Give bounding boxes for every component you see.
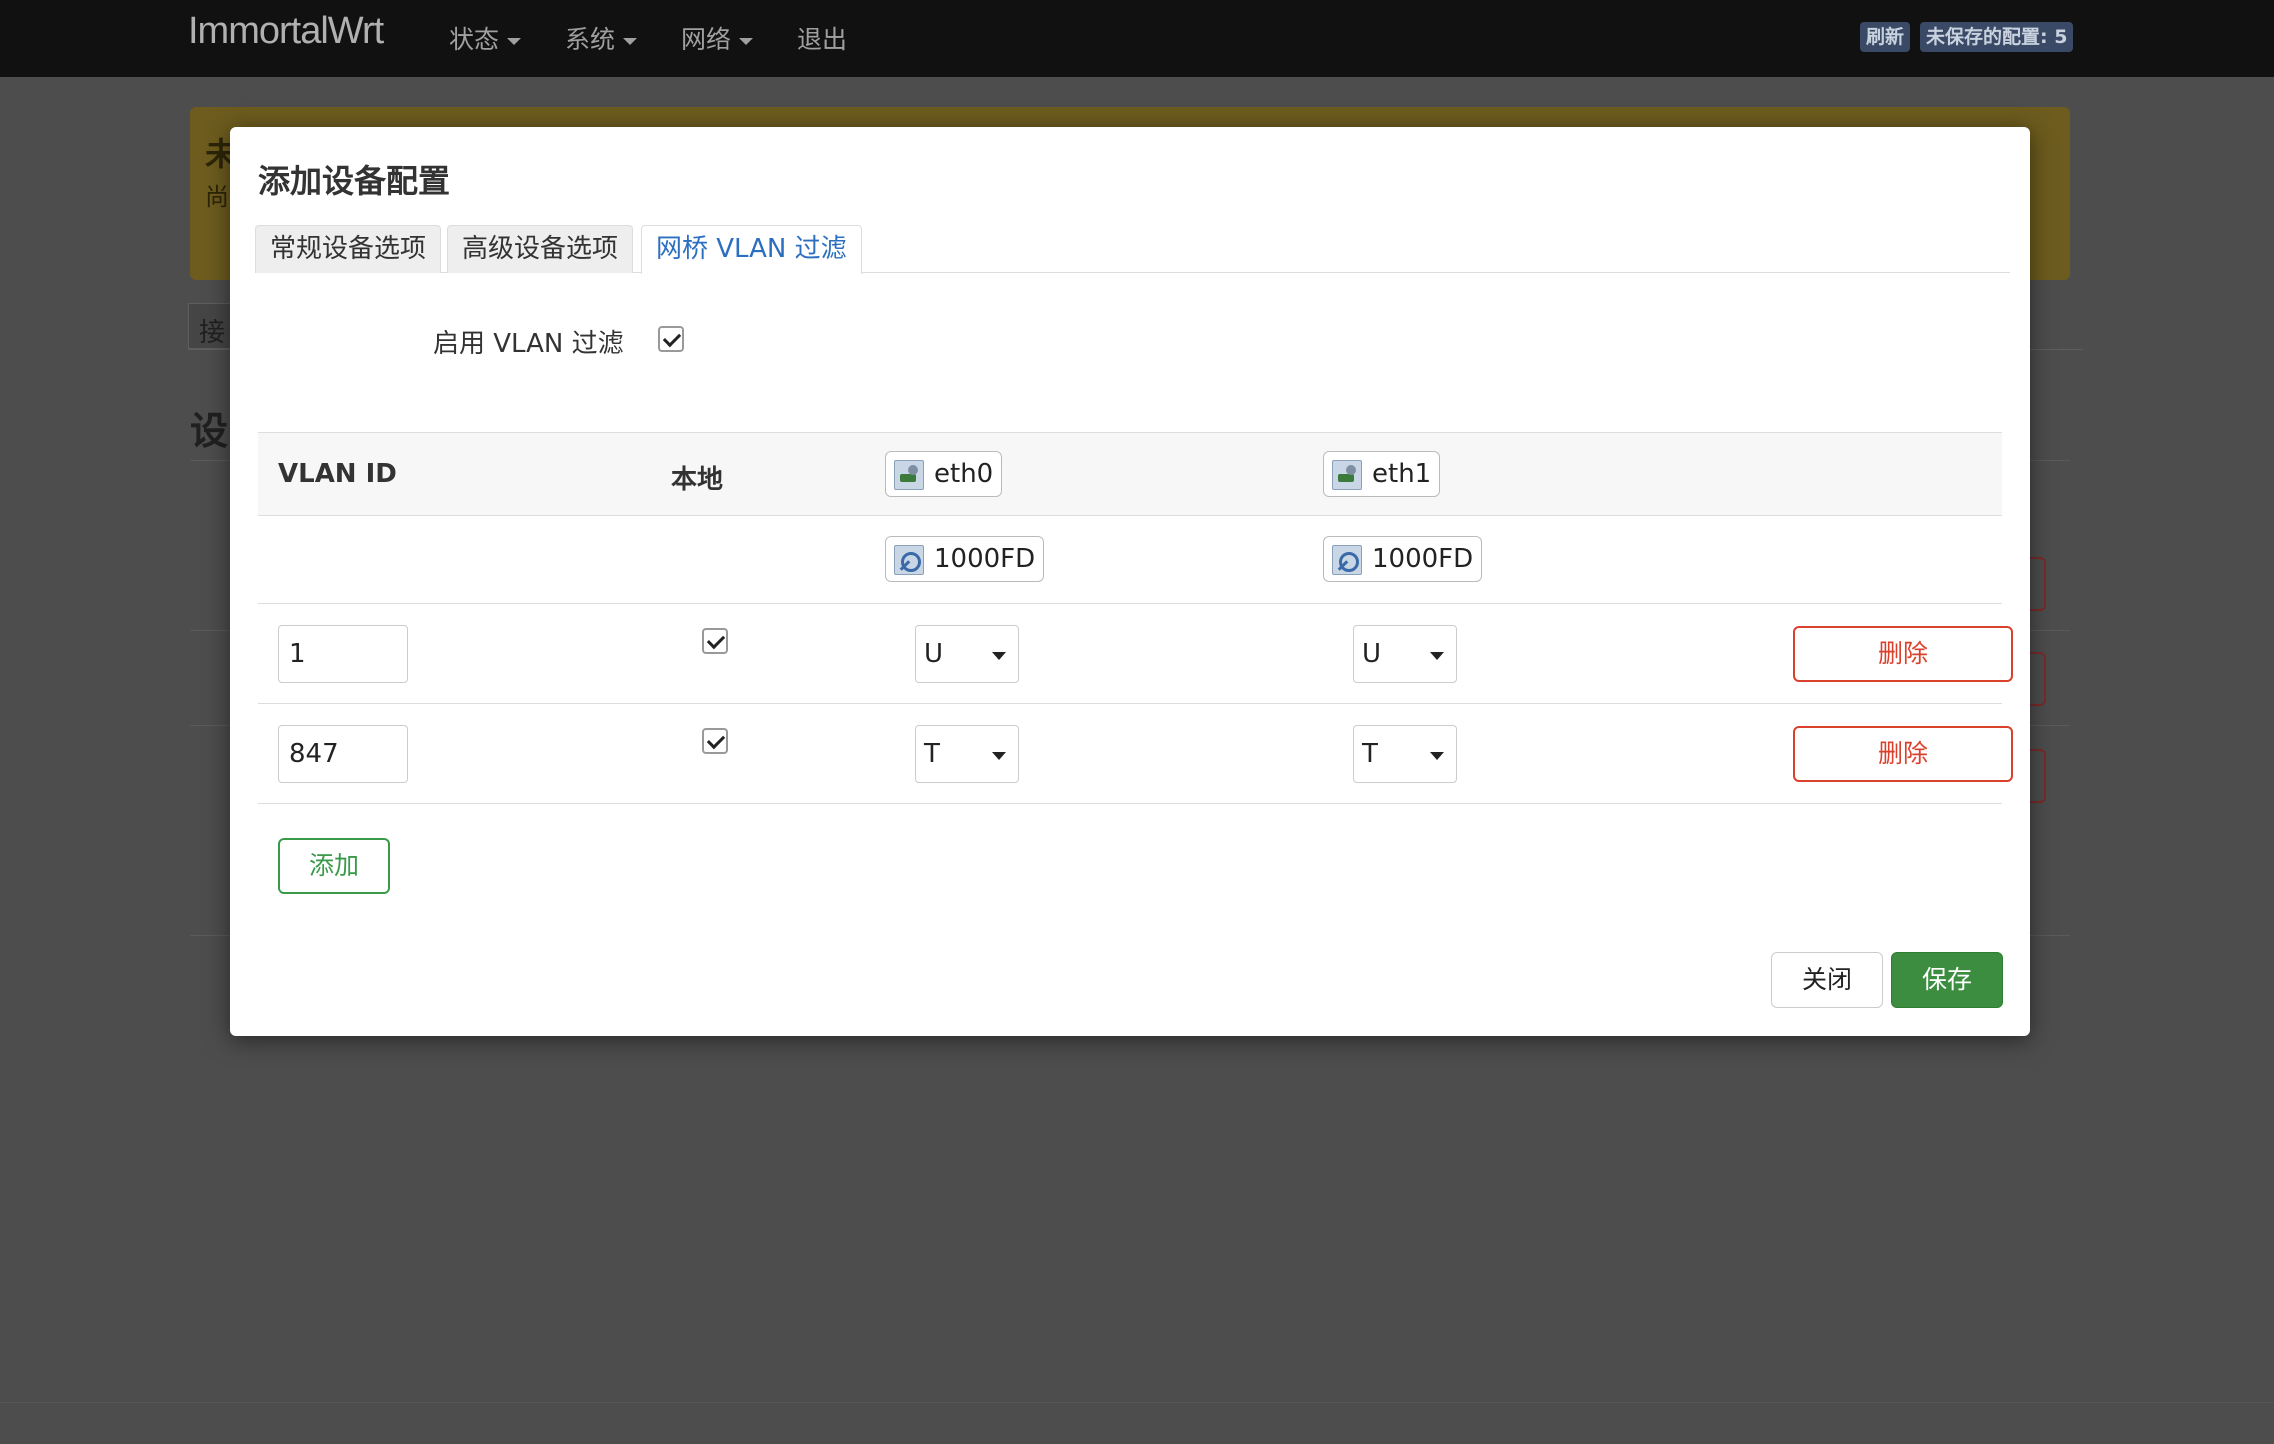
eth1-speed-value: 1000FD xyxy=(1372,544,1474,574)
vlan-row: 847 T T 删除 xyxy=(258,704,2013,804)
chevron-down-icon xyxy=(507,37,522,45)
background-footer-divider xyxy=(0,1402,2274,1403)
menu-logout[interactable]: 退出 xyxy=(797,20,847,56)
device-eth1-name: eth1 xyxy=(1372,459,1432,489)
refresh-badge[interactable]: 刷新 xyxy=(1860,22,1911,52)
column-local: 本地 xyxy=(671,465,724,495)
device-eth1-header: eth1 xyxy=(1323,451,1441,497)
save-button[interactable]: 保存 xyxy=(1891,952,2003,1008)
eth0-tagging-select[interactable]: U xyxy=(915,625,1019,683)
chevron-down-icon xyxy=(739,37,754,45)
tab-bridge-vlan-filtering[interactable]: 网桥 VLAN 过滤 xyxy=(641,225,862,274)
menu-system[interactable]: 系统 xyxy=(565,20,638,56)
vlan-id-input[interactable]: 1 xyxy=(278,625,408,683)
eth0-speed-value: 1000FD xyxy=(934,544,1036,574)
device-eth0-name: eth0 xyxy=(934,459,994,489)
network-port-icon xyxy=(894,460,924,490)
menu-status-label: 状态 xyxy=(449,25,500,54)
brand-logo[interactable]: ImmortalWrt xyxy=(188,10,384,53)
modal-tabs: 常规设备选项 高级设备选项 网桥 VLAN 过滤 xyxy=(255,225,2010,274)
eth0-speed: 1000FD xyxy=(885,536,1045,582)
delete-button[interactable]: 删除 xyxy=(1793,726,2013,782)
column-vlan-id: VLAN ID xyxy=(278,459,397,489)
device-speed-row: 1000FD 1000FD xyxy=(258,516,2002,604)
unsaved-changes-badge[interactable]: 未保存的配置: 5 xyxy=(1920,22,2074,52)
eth0-tagging-select[interactable]: T xyxy=(915,725,1019,783)
add-device-modal: 添加设备配置 常规设备选项 高级设备选项 网桥 VLAN 过滤 启用 VLAN … xyxy=(230,127,2030,1036)
background-delete-button xyxy=(2030,652,2046,706)
device-eth0-header: eth0 xyxy=(885,451,1003,497)
add-vlan-button[interactable]: 添加 xyxy=(278,838,390,894)
local-checkbox[interactable] xyxy=(702,728,728,754)
background-heading: 设 xyxy=(190,409,229,453)
menu-network-label: 网络 xyxy=(681,25,732,54)
modal-title: 添加设备配置 xyxy=(258,162,451,200)
background-delete-button xyxy=(2030,557,2046,611)
background-delete-button xyxy=(2030,749,2046,803)
enable-vlan-filtering-checkbox[interactable] xyxy=(658,326,684,352)
menu-status[interactable]: 状态 xyxy=(449,20,522,56)
menu-system-label: 系统 xyxy=(565,25,616,54)
network-port-icon xyxy=(1332,460,1362,490)
vlan-table-header: VLAN ID 本地 eth0 eth1 xyxy=(258,432,2002,516)
vlan-row: 1 U U 删除 xyxy=(258,604,2013,704)
local-checkbox[interactable] xyxy=(702,628,728,654)
enable-vlan-filtering-label: 启用 VLAN 过滤 xyxy=(433,329,624,359)
eth1-tagging-select[interactable]: T xyxy=(1353,725,1457,783)
link-speed-icon xyxy=(894,545,924,575)
eth1-tagging-select[interactable]: U xyxy=(1353,625,1457,683)
background-warning-text: 尚 xyxy=(205,183,229,211)
link-speed-icon xyxy=(1332,545,1362,575)
close-button[interactable]: 关闭 xyxy=(1771,952,1883,1008)
top-navbar: ImmortalWrt 状态 系统 网络 退出 刷新 未保存的配置: 5 xyxy=(0,0,2274,77)
tab-general-options[interactable]: 常规设备选项 xyxy=(255,225,442,273)
menu-network[interactable]: 网络 xyxy=(681,20,754,56)
tab-advanced-options[interactable]: 高级设备选项 xyxy=(447,225,634,273)
vlan-id-input[interactable]: 847 xyxy=(278,725,408,783)
chevron-down-icon xyxy=(623,37,638,45)
eth1-speed: 1000FD xyxy=(1323,536,1483,582)
delete-button[interactable]: 删除 xyxy=(1793,626,2013,682)
